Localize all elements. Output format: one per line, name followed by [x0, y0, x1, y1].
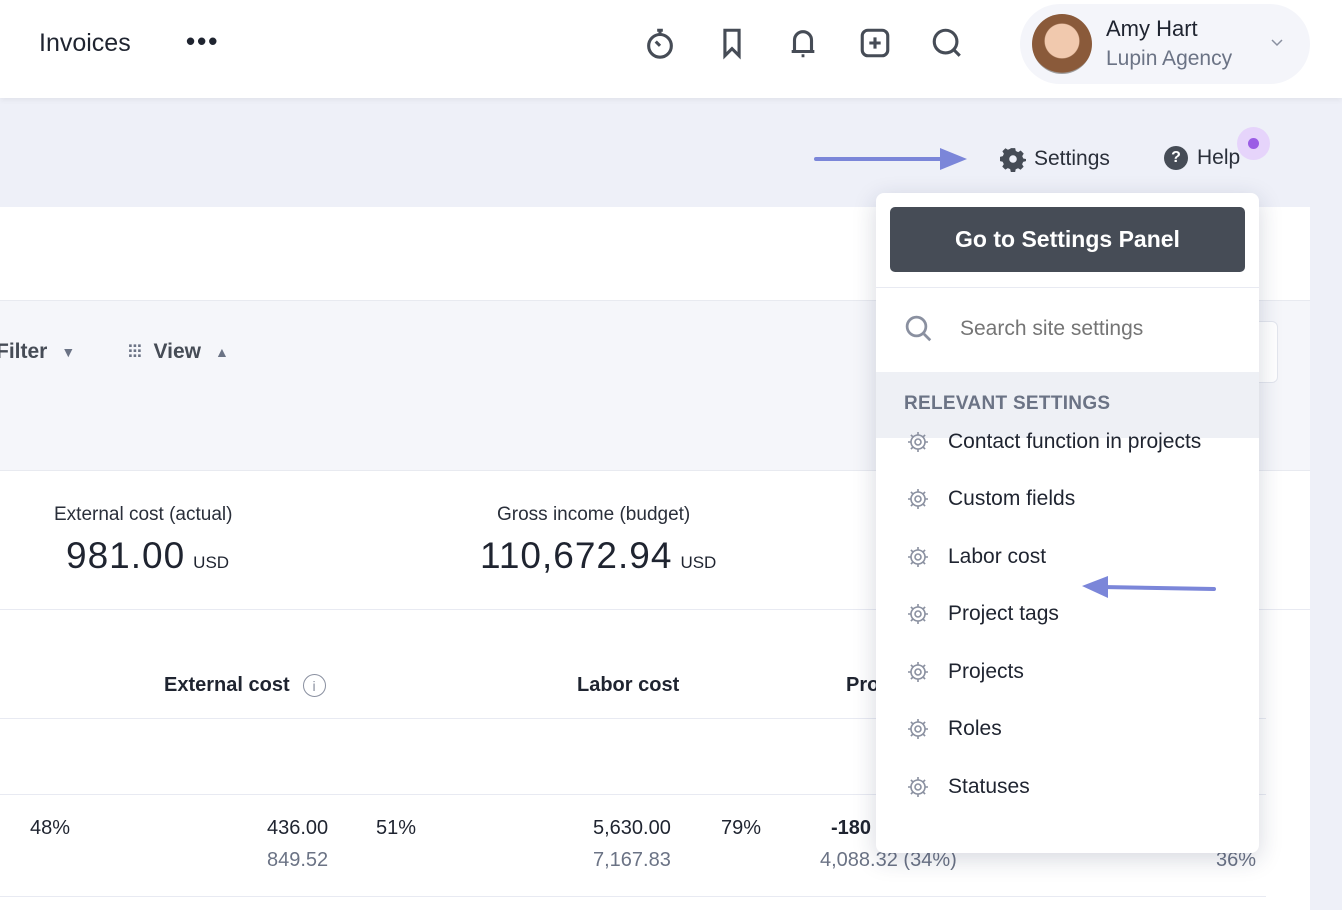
annotation-arrow	[814, 148, 967, 170]
column-header-profit[interactable]: Pro	[846, 674, 879, 697]
kpi-unit: USD	[193, 553, 230, 572]
sliders-icon: ⫶⫶⫶	[128, 341, 142, 362]
cell-labor-cost: 5,630.00	[593, 817, 671, 839]
top-header: Invoices ••• Amy Hart Lupin Agency	[0, 0, 1342, 98]
settings-item-label: Roles	[948, 717, 1002, 740]
bookmark-icon[interactable]	[715, 26, 749, 60]
gear-icon	[908, 662, 928, 682]
user-name: Amy Hart	[1106, 16, 1198, 41]
view-label: View	[153, 340, 201, 363]
gear-icon	[1000, 148, 1026, 172]
kpi-label: External cost (actual)	[54, 504, 233, 525]
stopwatch-icon[interactable]	[643, 26, 677, 60]
gear-icon	[908, 777, 928, 797]
settings-item-label: Custom fields	[948, 487, 1076, 510]
search-settings-input[interactable]	[960, 311, 1240, 347]
kpi-number: 110,672.94	[480, 535, 673, 576]
filter-button[interactable]: Filter ▼	[0, 340, 75, 364]
settings-label: Settings	[1034, 147, 1110, 170]
user-org: Lupin Agency	[1106, 47, 1233, 70]
settings-item-projects[interactable]: Projects	[876, 647, 1259, 697]
settings-item-label: Labor cost	[948, 545, 1047, 568]
settings-item-statuses[interactable]: Statuses	[876, 762, 1259, 812]
chevron-down-icon	[1271, 39, 1283, 47]
help-label: Help	[1197, 146, 1241, 169]
filter-label: Filter	[0, 340, 48, 363]
user-menu[interactable]: Amy Hart Lupin Agency	[1020, 4, 1310, 84]
search-icon	[905, 315, 932, 342]
caret-up-icon: ▲	[214, 344, 229, 360]
divider	[0, 896, 1266, 897]
column-header-external-cost[interactable]: External cost i	[164, 674, 326, 697]
notification-dot	[1237, 127, 1270, 160]
cell-labor-cost-budget: 7,167.83	[593, 849, 671, 871]
cell-profit: -180	[831, 817, 872, 839]
gear-icon	[908, 604, 928, 624]
cell-labor-percent: 79%	[721, 817, 762, 839]
go-to-settings-panel-button[interactable]: Go to Settings Panel	[890, 207, 1245, 272]
cell-external-percent: 51%	[376, 817, 417, 839]
plus-square-icon[interactable]	[858, 26, 892, 60]
info-icon[interactable]: i	[302, 674, 326, 697]
annotation-arrow	[1082, 576, 1216, 598]
ellipsis-icon[interactable]: •••	[186, 26, 219, 57]
view-button[interactable]: ⫶⫶⫶ View ▲	[128, 340, 229, 364]
kpi-unit: USD	[680, 553, 717, 572]
settings-item-label: Project tags	[948, 602, 1059, 625]
gear-icon	[908, 489, 928, 509]
gear-icon	[908, 547, 928, 567]
cell-external-cost-budget: 849.52	[267, 849, 329, 871]
settings-item-roles[interactable]: Roles	[876, 704, 1259, 754]
avatar	[1032, 14, 1092, 74]
cell-percent: 48%	[30, 817, 71, 839]
page-title: Invoices	[39, 29, 131, 57]
kpi-number: 981.00	[66, 535, 186, 576]
divider	[876, 287, 1259, 288]
settings-item-custom-fields[interactable]: Custom fields	[876, 474, 1259, 524]
settings-item-label: Statuses	[948, 775, 1030, 798]
kpi-value: 981.00 USD	[66, 535, 229, 577]
help-link[interactable]: ? Help	[1164, 146, 1240, 170]
search-icon[interactable]	[930, 26, 964, 60]
bell-icon[interactable]	[786, 26, 820, 60]
settings-dropdown: Go to Settings Panel RELEVANT SETTINGS C…	[876, 193, 1259, 853]
cell-external-cost: 436.00	[267, 817, 329, 839]
caret-down-icon: ▼	[61, 344, 76, 360]
settings-item-label: Projects	[948, 660, 1024, 683]
help-icon: ?	[1164, 146, 1188, 170]
gear-icon	[908, 432, 928, 452]
kpi-label: Gross income (budget)	[497, 504, 691, 525]
settings-link[interactable]: Settings	[1000, 146, 1110, 172]
settings-item-contact-function-in-projects[interactable]: Contact function in projects	[876, 417, 1259, 467]
gear-icon	[908, 719, 928, 739]
kpi-value: 110,672.94 USD	[480, 535, 716, 577]
settings-item-label: Contact function in projects	[948, 430, 1202, 453]
column-header-labor-cost[interactable]: Labor cost	[577, 674, 679, 697]
header-label: External cost	[164, 674, 290, 696]
